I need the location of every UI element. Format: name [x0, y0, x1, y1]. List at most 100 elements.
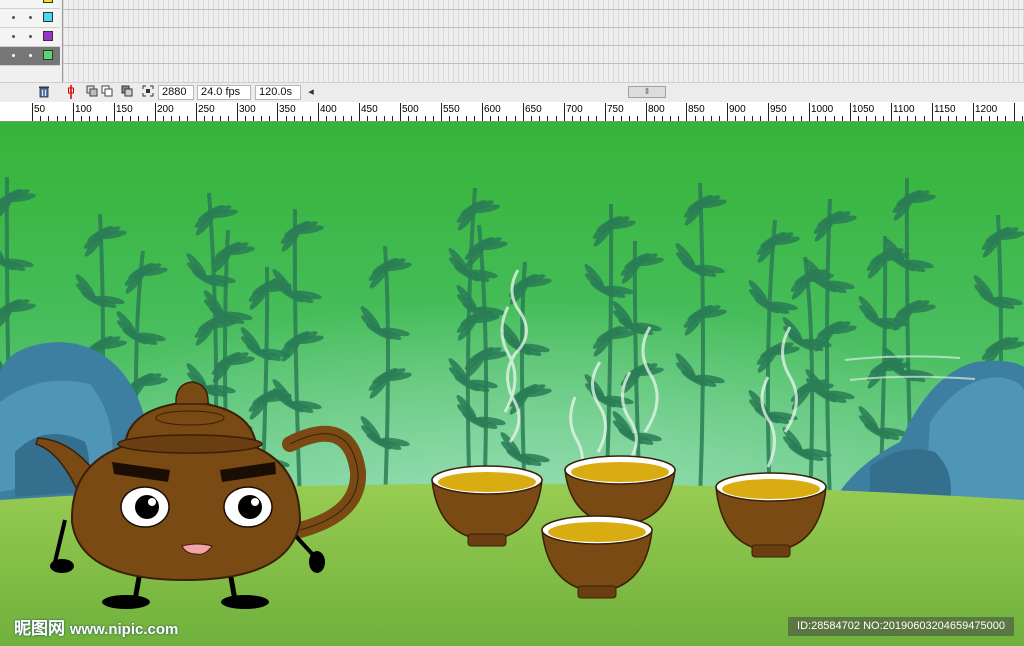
center-frame-icon[interactable]	[86, 85, 98, 99]
ruler-label: 400	[320, 104, 337, 115]
ruler-tick	[277, 103, 278, 121]
nipic-logo-watermark: 昵图网 www.nipic.com	[14, 614, 178, 639]
frame-rate-field[interactable]: 24.0 fps	[197, 85, 251, 100]
ruler-tick	[924, 116, 925, 121]
layer-row[interactable]	[0, 9, 60, 28]
ruler-tick	[163, 116, 164, 121]
ruler-tick	[580, 116, 581, 121]
ruler-tick	[269, 116, 270, 121]
layer-row[interactable]	[0, 28, 60, 47]
ruler-tick	[466, 116, 467, 121]
layer-outline-color-swatch[interactable]	[43, 12, 53, 22]
ruler-tick	[138, 116, 139, 121]
visibility-dot-icon[interactable]	[12, 54, 15, 57]
ruler-tick	[866, 116, 867, 121]
ruler-tick	[187, 116, 188, 121]
ruler-tick	[915, 116, 916, 121]
layer-outline-color-swatch[interactable]	[43, 31, 53, 41]
ruler-tick	[425, 116, 426, 121]
layer-outline-color-swatch[interactable]	[43, 50, 53, 60]
ruler-tick	[433, 116, 434, 121]
ruler-tick	[834, 116, 835, 121]
site-url: www.nipic.com	[69, 621, 179, 638]
ruler-tick	[801, 116, 802, 121]
ruler-tick	[899, 116, 900, 121]
ruler-tick	[531, 116, 532, 121]
ruler-tick	[416, 116, 417, 121]
onion-outline-icon[interactable]	[121, 85, 133, 99]
current-frame-field[interactable]: 2880	[158, 85, 194, 100]
ruler-label: 900	[729, 104, 746, 115]
ruler-label: 1050	[852, 104, 875, 115]
ruler-tick	[629, 116, 630, 121]
timeline-panel: 2880 24.0 fps 120.0s ◂ ⦀	[0, 0, 1024, 102]
ruler-tick	[744, 116, 745, 121]
ruler-tick	[48, 116, 49, 121]
ruler-label: 200	[157, 104, 174, 115]
visibility-dot-icon[interactable]	[12, 35, 15, 38]
ruler-tick	[286, 116, 287, 121]
ruler-tick	[367, 116, 368, 121]
ruler-tick	[196, 103, 197, 121]
visibility-dot-icon[interactable]	[12, 16, 15, 19]
ruler-tick	[343, 116, 344, 121]
ruler-tick	[547, 116, 548, 121]
ruler-tick	[907, 116, 908, 121]
ruler-tick	[703, 116, 704, 121]
stage-canvas	[0, 122, 1024, 646]
ruler-tick	[997, 116, 998, 121]
ruler-tick	[956, 116, 957, 121]
ruler-tick	[351, 116, 352, 121]
edit-multiple-frames-icon[interactable]	[141, 85, 154, 99]
ruler-label: 50	[34, 104, 46, 115]
ruler-tick	[973, 103, 974, 121]
scene-illustration	[0, 122, 1024, 646]
layer-row[interactable]	[0, 0, 60, 9]
timeline-toolbar: 2880 24.0 fps 120.0s ◂ ⦀	[0, 82, 1024, 102]
ruler-tick	[122, 116, 123, 121]
ruler-tick	[727, 103, 728, 121]
ruler-tick	[670, 116, 671, 121]
lock-dot-icon[interactable]	[29, 16, 32, 19]
playhead-marker-icon[interactable]	[66, 85, 76, 99]
ruler-tick	[114, 103, 115, 121]
ruler-label: 100	[75, 104, 92, 115]
ruler-tick	[318, 103, 319, 121]
ruler-tick	[326, 116, 327, 121]
ruler-tick	[457, 116, 458, 121]
layer-row[interactable]	[0, 47, 60, 66]
frame-grid[interactable]	[62, 0, 1024, 82]
elapsed-time-field: 120.0s	[255, 85, 301, 100]
ruler-tick	[539, 116, 540, 121]
ruler-tick	[245, 116, 246, 121]
ruler-tick	[678, 116, 679, 121]
layer-outline-color-swatch[interactable]	[43, 0, 53, 3]
ruler-tick	[654, 116, 655, 121]
ruler-tick	[261, 116, 262, 121]
scroll-left-icon[interactable]: ◂	[306, 85, 316, 99]
ruler-tick	[883, 116, 884, 121]
ruler-tick	[842, 116, 843, 121]
ruler-tick	[155, 103, 156, 121]
ruler-label: 600	[484, 104, 501, 115]
onion-skin-icon[interactable]	[101, 85, 113, 99]
ruler-tick	[948, 116, 949, 121]
ruler-tick	[204, 116, 205, 121]
horizontal-scroll-thumb[interactable]: ⦀	[628, 86, 666, 98]
ruler-tick	[785, 116, 786, 121]
ruler-tick	[408, 116, 409, 121]
ruler-tick	[850, 103, 851, 121]
ruler-label: 1000	[811, 104, 834, 115]
ruler-tick	[310, 116, 311, 121]
ruler-tick	[1022, 116, 1023, 121]
ruler-tick	[40, 116, 41, 121]
ruler-tick	[482, 103, 483, 121]
ruler-label: 500	[402, 104, 419, 115]
ruler-tick	[588, 116, 589, 121]
lock-dot-icon[interactable]	[29, 35, 32, 38]
ruler-tick	[97, 116, 98, 121]
ruler-label: 700	[566, 104, 583, 115]
ruler-tick	[572, 116, 573, 121]
trash-icon[interactable]	[37, 85, 51, 99]
lock-dot-icon[interactable]	[29, 54, 32, 57]
